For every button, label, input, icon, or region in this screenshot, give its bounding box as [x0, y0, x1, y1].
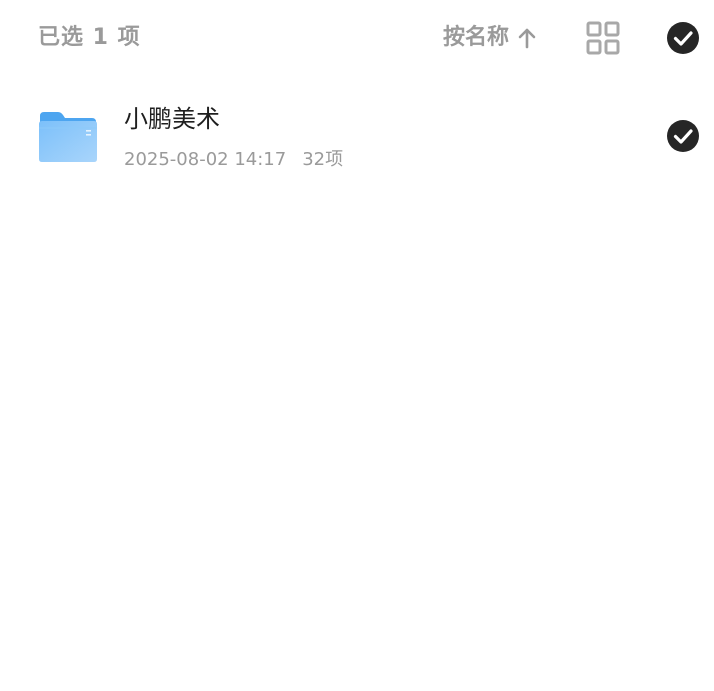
check-circle-icon	[667, 22, 699, 54]
file-list: 小鹏美术 2025-08-02 14:17 32项	[0, 90, 714, 186]
sort-by-name-button[interactable]: 按名称	[443, 20, 537, 56]
sort-label: 按名称	[443, 25, 510, 50]
file-name: 小鹏美术	[124, 105, 220, 133]
selected-count-label: 已选 1 项	[38, 25, 141, 50]
file-manager-screen: 已选 1 项 按名称 小鹏美术 2025-08-02 14:17 32项	[0, 0, 714, 691]
file-date: 2025-08-02 14:17	[124, 149, 287, 170]
file-item-count: 32项	[302, 149, 344, 170]
grid-view-icon	[586, 21, 620, 55]
check-circle-icon	[667, 120, 699, 152]
row-checkbox[interactable]	[666, 119, 700, 153]
file-meta: 2025-08-02 14:17 32项	[124, 146, 343, 174]
file-row[interactable]: 小鹏美术 2025-08-02 14:17 32项	[0, 90, 714, 186]
folder-icon	[38, 110, 98, 164]
grid-view-toggle-button[interactable]	[585, 20, 621, 56]
selection-header: 已选 1 项 按名称	[0, 0, 714, 76]
select-all-checkbox[interactable]	[666, 21, 700, 55]
arrow-up-icon	[517, 27, 537, 49]
